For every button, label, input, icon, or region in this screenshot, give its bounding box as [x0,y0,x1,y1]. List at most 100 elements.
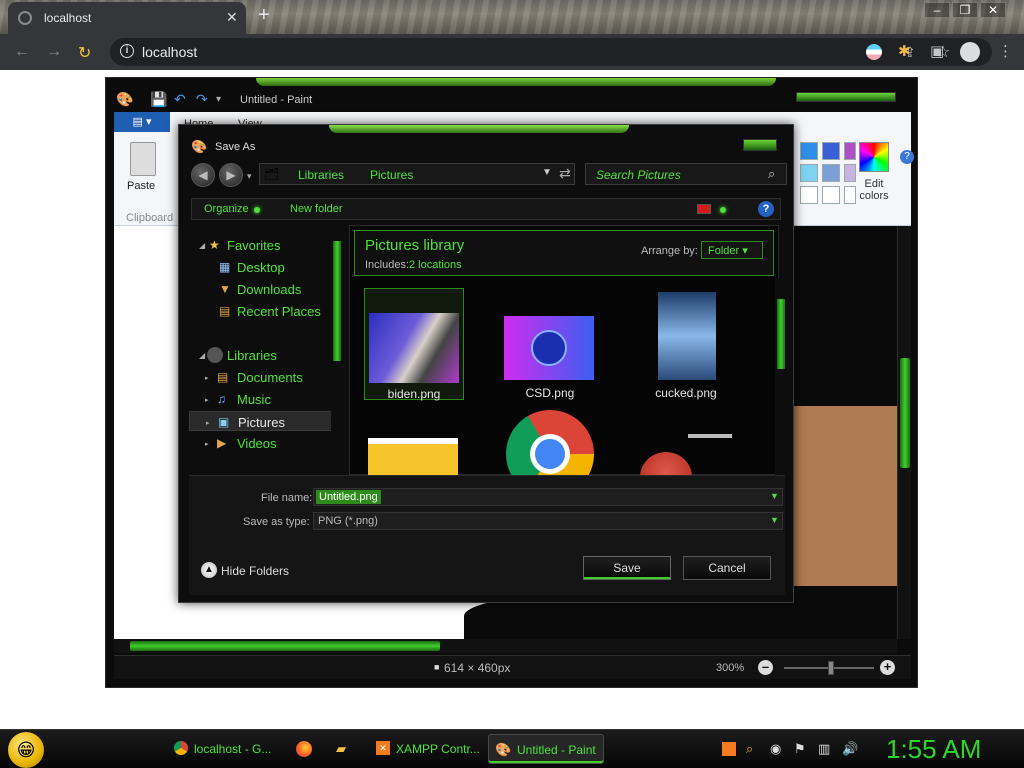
recent-pages-chevron-icon[interactable]: ▾ [247,171,252,182]
expand-arrow-icon[interactable]: ▸ [205,374,209,382]
file-item[interactable]: cucked.png [636,288,736,400]
scroll-thumb[interactable] [333,241,341,361]
zoom-slider-handle[interactable] [828,661,834,675]
sidebar-item-favorites[interactable]: ◢ ★ Favorites [189,235,337,255]
file-item[interactable] [364,406,464,476]
tray-app-icon[interactable]: ◉ [770,741,781,757]
color-swatch[interactable] [844,186,856,204]
volume-icon[interactable]: 🔊 [842,741,858,757]
start-button[interactable]: 😁 [8,732,44,768]
search-input[interactable]: Search Pictures ⌕ [585,163,787,185]
network-icon[interactable]: ▥ [818,741,830,757]
expand-arrow-icon[interactable]: ▸ [205,396,209,404]
file-name-field[interactable]: Untitled.png ▼ [313,488,783,506]
browser-tab[interactable]: localhost ✕ [8,2,246,34]
chevron-down-icon[interactable]: ▼ [542,167,552,178]
extensions-icon[interactable]: ✱ [898,42,911,60]
clock[interactable]: 1:55 AM [886,734,981,765]
view-options-icon[interactable] [697,204,711,214]
back-arrow-icon[interactable]: ◀ [191,163,215,187]
address-bar[interactable]: i localhost ⇪ ☆ [110,38,992,66]
chevron-up-icon[interactable]: ▲ [201,562,217,578]
forward-arrow-icon[interactable]: ▶ [219,163,243,187]
sidebar-item-downloads[interactable]: ▼ Downloads [189,279,337,299]
cancel-button[interactable]: Cancel [683,556,771,580]
vertical-scrollbar[interactable] [331,227,343,475]
file-item[interactable]: biden.png [364,288,464,401]
taskbar-item-firefox[interactable] [290,734,320,764]
file-menu-button[interactable]: ▤ ▾ [114,112,170,132]
zoom-out-button[interactable]: – [758,660,773,675]
sidebar-item-music[interactable]: ▸ ♫ Music [189,389,337,409]
expand-arrow-icon[interactable]: ◢ [199,241,205,250]
site-info-icon[interactable]: i [120,44,134,58]
arrange-by-dropdown[interactable]: Folder ▾ [701,241,763,259]
color-swatch[interactable] [822,142,840,160]
customize-qa-icon[interactable]: ▾ [216,94,221,105]
minimize-button[interactable]: – [924,2,950,18]
organize-button[interactable]: Organize [204,203,249,215]
save-icon[interactable]: 💾 [150,91,167,108]
breadcrumb-pictures[interactable]: Pictures [370,168,413,182]
search-icon[interactable]: ⌕ [746,741,753,757]
paste-icon[interactable] [130,142,156,176]
expand-arrow-icon[interactable]: ▸ [205,440,209,448]
refresh-icon[interactable]: ⇄ [559,165,571,182]
taskbar-item-explorer[interactable]: ▰ [330,734,360,764]
back-arrow-icon[interactable]: ← [14,43,30,61]
scroll-thumb[interactable] [900,358,910,468]
profile-flag-icon[interactable] [866,44,882,60]
chevron-down-icon[interactable]: ▼ [770,491,779,501]
scroll-thumb[interactable] [777,299,785,369]
help-icon[interactable]: ? [758,201,774,217]
breadcrumb[interactable]: 🗂 Libraries Pictures ▼ [259,163,575,185]
hide-folders-button[interactable]: Hide Folders [221,564,289,578]
reload-icon[interactable]: ↻ [78,43,91,63]
new-folder-button[interactable]: New folder [290,203,343,215]
sidebar-item-pictures[interactable]: ▸ ▣ Pictures [189,411,337,431]
side-panel-icon[interactable]: ▣ [930,42,944,60]
search-icon[interactable]: ⌕ [768,166,775,182]
forward-arrow-icon[interactable]: → [46,43,62,61]
sidebar-item-videos[interactable]: ▸ ▶ Videos [189,433,337,453]
xampp-tray-icon[interactable] [722,742,736,756]
sidebar-item-recent-places[interactable]: ▤ Recent Places [189,301,337,321]
paste-button-label[interactable]: Paste [127,180,155,192]
avatar[interactable] [960,42,980,62]
scroll-thumb[interactable] [130,641,440,651]
horizontal-scrollbar[interactable] [114,639,897,653]
taskbar-item-chrome[interactable]: localhost - G... [168,734,280,764]
zoom-in-button[interactable]: + [880,660,895,675]
color-swatch[interactable] [844,142,856,160]
includes-locations-link[interactable]: 2 locations [409,259,462,271]
edit-colors-icon[interactable] [859,142,889,172]
window-controls[interactable] [796,92,896,102]
color-swatch[interactable] [844,164,856,182]
close-tab-icon[interactable]: ✕ [226,9,238,26]
undo-icon[interactable]: ↶ [174,91,186,108]
save-type-select[interactable]: PNG (*.png) ▼ [313,512,783,530]
paint-app-icon[interactable]: 🎨 [116,91,133,108]
color-swatch[interactable] [822,186,840,204]
expand-arrow-icon[interactable]: ▸ [206,419,210,427]
taskbar-item-xampp[interactable]: ✕ XAMPP Contr... [370,734,482,764]
sidebar-item-desktop[interactable]: ▦ Desktop [189,257,337,277]
new-tab-button[interactable]: + [258,4,270,27]
action-center-flag-icon[interactable]: ⚑ [794,741,806,757]
sidebar-item-libraries[interactable]: ◢ Libraries [189,345,337,365]
color-swatch[interactable] [800,164,818,182]
save-button[interactable]: Save [583,556,671,580]
edit-colors-label[interactable]: Edit colors [856,178,892,202]
expand-arrow-icon[interactable]: ◢ [199,351,205,360]
redo-icon[interactable]: ↷ [196,91,208,108]
breadcrumb-libraries[interactable]: Libraries [298,168,344,182]
close-window-button[interactable]: ✕ [980,2,1006,18]
close-dialog-button[interactable] [743,139,777,151]
chevron-down-icon[interactable]: ▼ [770,515,779,525]
help-icon[interactable]: ? [900,150,914,164]
file-item[interactable] [636,406,736,502]
file-item[interactable]: CSD.png [500,288,600,400]
taskbar-item-paint[interactable]: 🎨 Untitled - Paint [488,734,604,764]
color-swatch[interactable] [822,164,840,182]
vertical-scrollbar[interactable] [775,279,787,475]
